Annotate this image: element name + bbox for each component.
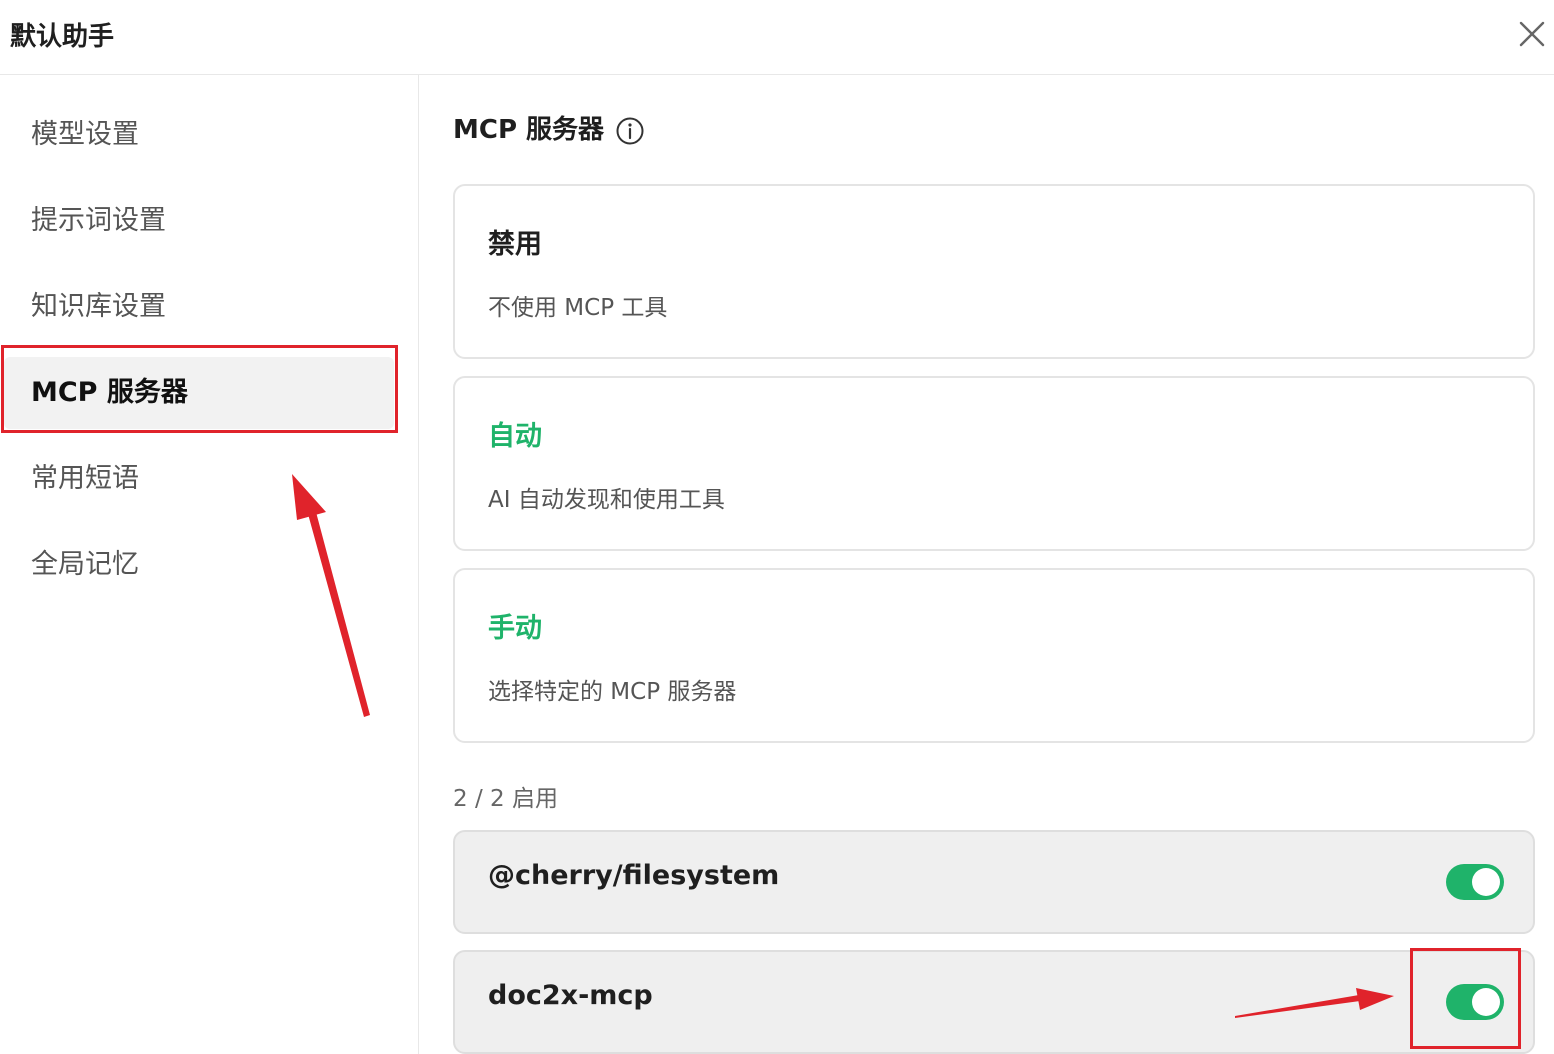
window-title: 默认助手	[10, 22, 115, 52]
sidebar-item-prompt-settings[interactable]: 提示词设置	[4, 185, 394, 257]
toggle-knob	[1472, 868, 1500, 896]
info-icon[interactable]	[615, 116, 645, 146]
option-title: 手动	[488, 613, 542, 644]
server-name: doc2x-mcp	[488, 980, 653, 1011]
option-title: 禁用	[488, 229, 542, 260]
option-description: 选择特定的 MCP 服务器	[488, 679, 737, 705]
sidebar-item-global-memory[interactable]: 全局记忆	[4, 529, 394, 601]
close-button[interactable]	[1512, 14, 1552, 54]
toggle-knob	[1472, 988, 1500, 1016]
option-description: AI 自动发现和使用工具	[488, 487, 725, 513]
sidebar-item-quick-phrases[interactable]: 常用短语	[4, 443, 394, 515]
mode-option-disabled[interactable]: 禁用 不使用 MCP 工具	[453, 184, 1535, 359]
server-name: @cherry/filesystem	[488, 860, 780, 891]
sidebar-item-model-settings[interactable]: 模型设置	[4, 99, 394, 171]
sidebar-item-mcp-servers[interactable]: MCP 服务器	[4, 357, 394, 429]
server-row-cherry-filesystem: @cherry/filesystem	[453, 830, 1535, 934]
settings-sidebar: 模型设置 提示词设置 知识库设置 MCP 服务器 常用短语 全局记忆	[0, 75, 419, 1054]
server-row-doc2x-mcp: doc2x-mcp	[453, 950, 1535, 1054]
enabled-count-label: 2 / 2 启用	[453, 786, 558, 812]
sidebar-item-knowledge-settings[interactable]: 知识库设置	[4, 271, 394, 343]
option-description: 不使用 MCP 工具	[488, 295, 668, 321]
mode-option-auto[interactable]: 自动 AI 自动发现和使用工具	[453, 376, 1535, 551]
option-title: 自动	[488, 421, 542, 452]
server-toggle[interactable]	[1446, 864, 1504, 900]
title-bar: 默认助手	[0, 0, 1554, 75]
close-icon	[1519, 21, 1545, 47]
server-toggle[interactable]	[1446, 984, 1504, 1020]
section-title: MCP 服务器	[453, 115, 605, 145]
mode-option-manual[interactable]: 手动 选择特定的 MCP 服务器	[453, 568, 1535, 743]
assistant-settings-window: 默认助手 模型设置 提示词设置 知识库设置 MCP 服务器 常用短语 全局记忆 …	[0, 0, 1554, 1054]
